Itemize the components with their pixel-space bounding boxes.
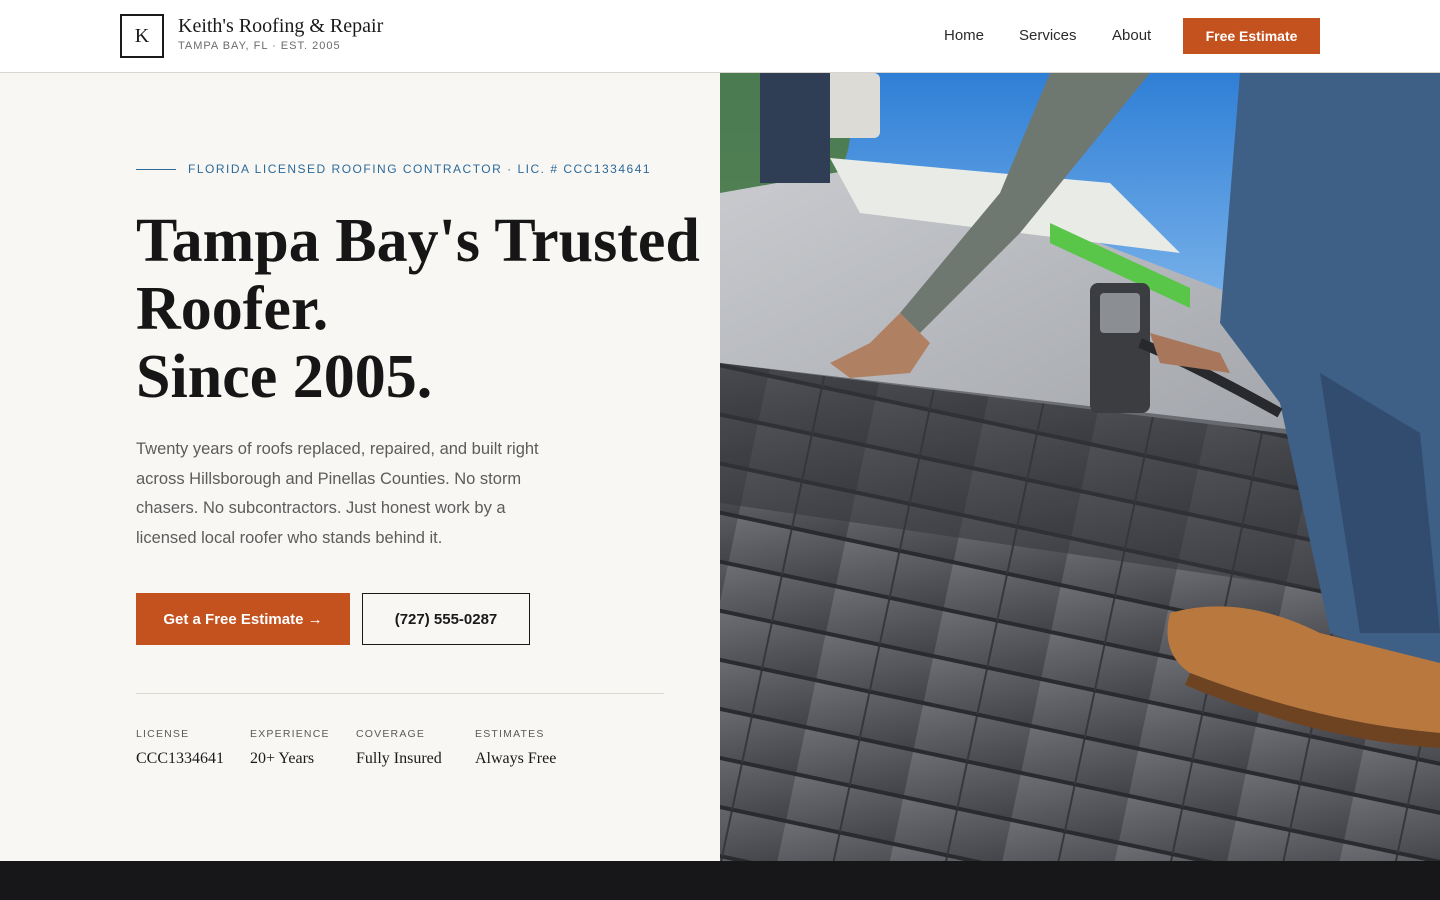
- next-section-band: [0, 861, 1440, 900]
- hero-headline: Tampa Bay's Trusted Roofer. Since 2005.: [136, 207, 706, 411]
- nav-link-services[interactable]: Services: [1019, 27, 1077, 44]
- roofer-nailing-shingles-photo: [720, 73, 1440, 861]
- stat-value: 20+ Years: [250, 750, 315, 767]
- stat-value: Fully Insured: [356, 750, 442, 767]
- hero-description: Twenty years of roofs replaced, repaired…: [136, 440, 539, 547]
- eyebrow-rule: [136, 169, 176, 170]
- stat-license: LICENSE CCC1334641: [136, 728, 224, 768]
- brand-name[interactable]: Keith's Roofing & Repair: [178, 15, 383, 38]
- stat-experience: EXPERIENCE 20+ Years: [250, 728, 330, 768]
- stat-label: EXPERIENCE: [250, 728, 330, 740]
- stat-coverage: COVERAGE Fully Insured: [356, 728, 442, 768]
- stat-value: Always Free: [475, 750, 557, 767]
- get-free-estimate-button[interactable]: Get a Free Estimate →: [136, 593, 350, 645]
- nav-link-about[interactable]: About: [1112, 27, 1151, 44]
- phone-call-button[interactable]: (727) 555-0287: [362, 593, 530, 645]
- headline-line-2: Roofer.: [136, 275, 329, 343]
- site-header: K Keith's Roofing & Repair TAMPA BAY, FL…: [0, 0, 1440, 73]
- stat-value: CCC1334641: [136, 750, 225, 767]
- stat-label: ESTIMATES: [475, 728, 545, 740]
- logo-letter: K: [134, 24, 150, 47]
- headline-line-1: Tampa Bay's Trusted: [136, 207, 700, 275]
- nav-link-home[interactable]: Home: [944, 27, 984, 44]
- stat-label: COVERAGE: [356, 728, 426, 740]
- brand-tagline: TAMPA BAY, FL · EST. 2005: [178, 40, 341, 52]
- stats-divider: [136, 693, 664, 694]
- logo-mark[interactable]: K: [120, 14, 164, 58]
- license-eyebrow: FLORIDA LICENSED ROOFING CONTRACTOR · LI…: [188, 162, 652, 176]
- headline-line-3: Since 2005.: [136, 343, 433, 411]
- hero-section: FLORIDA LICENSED ROOFING CONTRACTOR · LI…: [0, 73, 720, 861]
- stat-estimates: ESTIMATES Always Free: [475, 728, 556, 768]
- free-estimate-nav-button[interactable]: Free Estimate: [1183, 18, 1320, 54]
- stat-label: LICENSE: [136, 728, 190, 740]
